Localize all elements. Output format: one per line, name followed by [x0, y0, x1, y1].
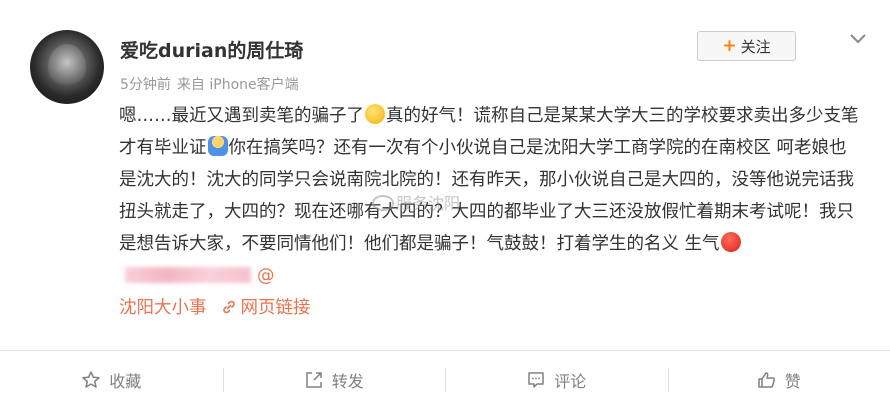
- avatar[interactable]: [30, 30, 104, 104]
- chevron-down-icon[interactable]: [848, 28, 868, 48]
- mention-at[interactable]: @: [257, 266, 275, 286]
- web-link[interactable]: 网页链接: [241, 298, 311, 318]
- comment-icon: [528, 371, 544, 388]
- post-time[interactable]: 5分钟前: [120, 77, 171, 93]
- post-meta: 5分钟前 来自 iPhone客户端: [120, 74, 305, 94]
- content-text-3: 你在搞笑吗？还有一次有个小伙说自己是沈阳大学工商学院的在南校区 呵老娘也是沈大的…: [119, 138, 854, 254]
- doll-emoji-icon: [207, 136, 228, 156]
- watermark: 服务沈阳: [372, 190, 460, 214]
- post-content: 嗯……最近又遇到卖笔的骗子了 真的好气！谎称自己是某某大学大三的学校要求卖出多少支…: [119, 100, 859, 324]
- link-icon: [222, 300, 235, 314]
- thumbs-up-icon: [757, 371, 775, 388]
- repost-button[interactable]: 转发: [222, 351, 446, 408]
- share-icon: [305, 371, 322, 388]
- blurred-redaction: [125, 267, 251, 283]
- follow-label: 关注: [740, 37, 771, 56]
- like-button[interactable]: 赞: [667, 351, 890, 408]
- follow-button[interactable]: + 关注: [697, 31, 796, 61]
- favorite-button[interactable]: 收藏: [0, 351, 223, 408]
- watermark-text: 服务沈阳: [396, 194, 461, 213]
- username[interactable]: 爱吃durian的周仕琦: [120, 36, 303, 63]
- angry-emoji-icon: [720, 232, 741, 252]
- star-icon: [82, 370, 100, 388]
- comment-label: 评论: [554, 371, 587, 391]
- plus-icon: +: [722, 36, 737, 56]
- like-label: 赞: [784, 371, 801, 391]
- repost-label: 转发: [331, 371, 364, 391]
- post-source: 来自 iPhone客户端: [176, 77, 299, 93]
- thinking-emoji-icon: [365, 104, 385, 124]
- comment-button[interactable]: 评论: [445, 351, 668, 408]
- weibo-logo-icon: [372, 195, 394, 211]
- content-text-1: 嗯……最近又遇到卖笔的骗子了: [119, 106, 364, 126]
- action-bar: 收藏 转发 评论 赞: [0, 351, 890, 408]
- mention-link[interactable]: 沈阳大小事: [119, 298, 207, 318]
- favorite-label: 收藏: [109, 371, 142, 391]
